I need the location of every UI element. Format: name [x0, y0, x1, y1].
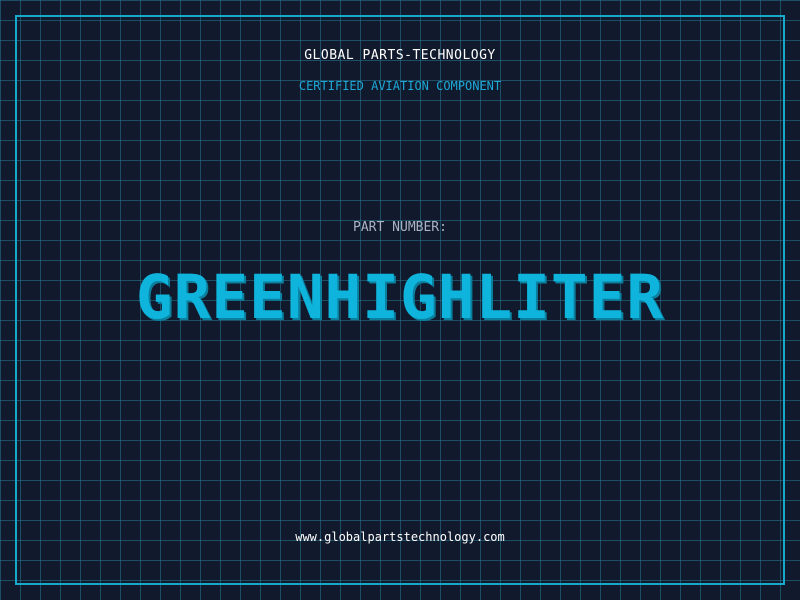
part-number-value: GREENHIGHLITER — [135, 262, 665, 333]
company-name: GLOBAL PARTS-TECHNOLOGY — [304, 48, 496, 63]
website-url: www.globalpartstechnology.com — [295, 530, 505, 544]
part-number-label: PART NUMBER: — [353, 220, 447, 235]
certification-subtitle: CERTIFIED AVIATION COMPONENT — [298, 79, 502, 93]
